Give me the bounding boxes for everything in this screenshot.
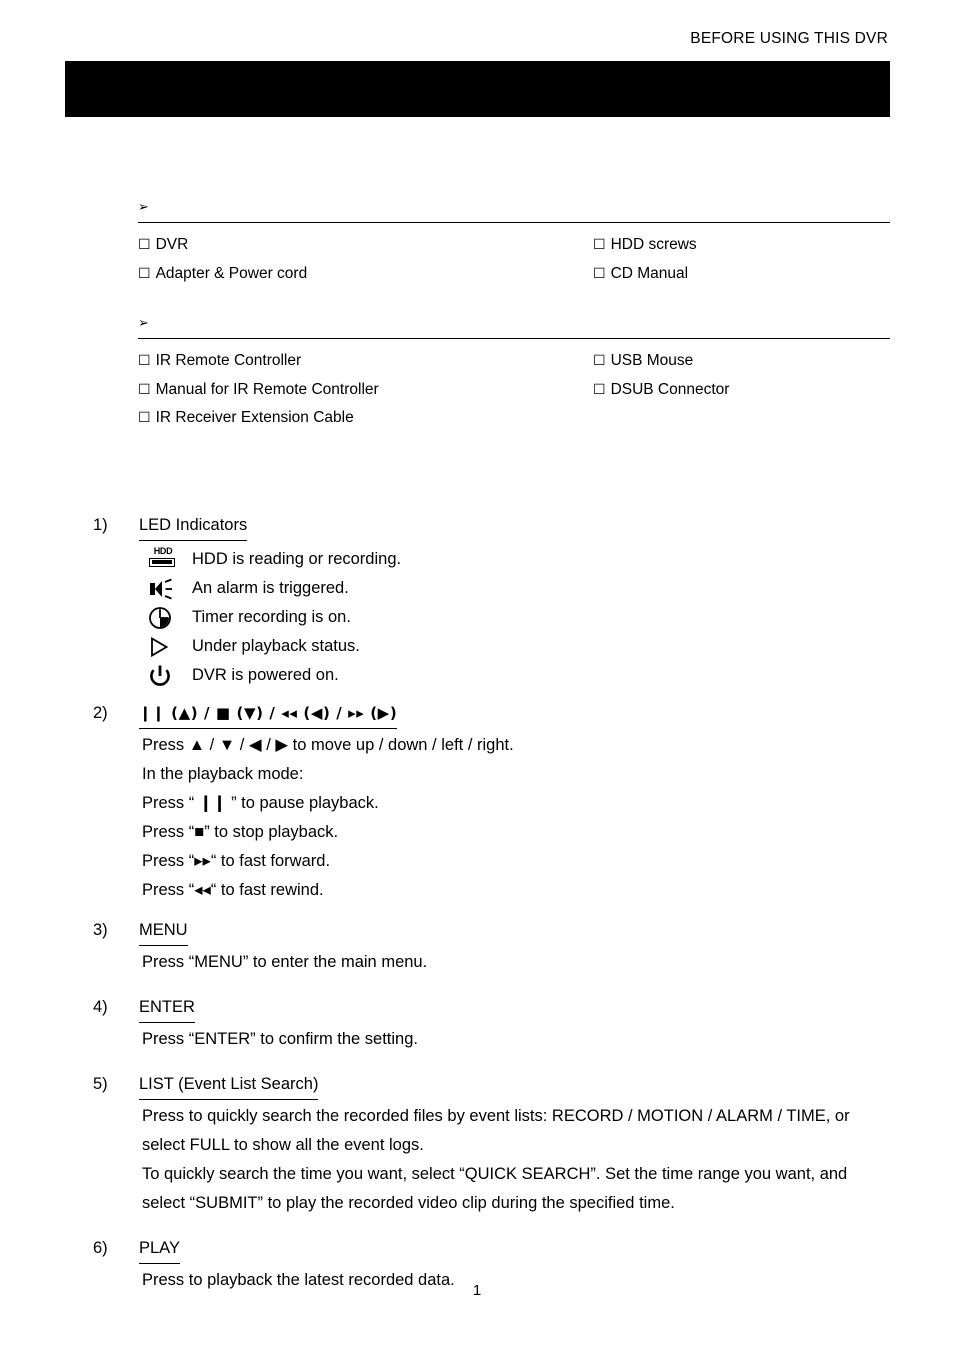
section-number: 3) [93,921,108,939]
play-triangle-icon [146,636,192,658]
numbered-sections: 1) LED Indicators HDD HDD is reading or … [0,512,954,1295]
section-title: ❙❙ (▲) / ■ (▼) / ◂◂ (◀) / ▸▸ (▶) [139,700,398,729]
section-title: ENTER [139,994,195,1023]
checklist-item-label: IR Remote Controller [155,352,302,369]
led-indicator-label: An alarm is triggered. [192,579,349,597]
checklist-item-label: IR Receiver Extension Cable [155,409,354,426]
checkbox-icon[interactable]: ☐ [593,266,606,282]
package-checklist-grid: ☐ DVR ☐ Adapter & Power cord ☐ HDD screws ☐… [138,231,890,293]
section-line: Press to quickly search the recorded fil… [142,1107,850,1154]
optional-checklist-rule [138,338,890,339]
optional-checklist-left-column: ☐ IR Remote Controller ☐ Manual for IR Rem… [138,347,379,433]
section-body: Press ▲ / ▼ / ◀ / ▶ to move up / down / … [139,729,954,905]
led-indicator-label: Under playback status. [192,637,360,655]
alarm-speaker-icon [146,578,192,600]
led-indicator-label: DVR is powered on. [192,666,339,684]
section-body: Press “MENU” to enter the main menu. [139,946,954,977]
led-indicator-row: HDD HDD is reading or recording. [146,545,954,574]
led-indicator-row: Timer recording is on. [146,603,954,632]
section-number: 2) [93,704,108,722]
page-header: BEFORE USING THIS DVR [0,30,954,56]
checkbox-icon[interactable]: ☐ [138,410,151,426]
led-indicator-row: An alarm is triggered. [146,574,954,603]
checklist-item-label: USB Mouse [610,352,694,369]
led-indicator-list: HDD HDD is reading or recording. An alar… [139,541,954,690]
checklist-item-label: CD Manual [610,264,689,282]
led-indicator-label: HDD is reading or recording. [192,550,402,568]
package-checklist-heading: ➢ [138,196,890,220]
led-indicator-label: Timer recording is on. [192,608,351,626]
checkbox-icon[interactable]: ☐ [593,353,606,369]
checklist-item-label: HDD screws [610,236,697,253]
section-line: Press “▸▸“ to fast forward. [142,852,331,870]
page-footer: 1 [0,1282,954,1300]
section-body: Press to quickly search the recorded fil… [139,1100,954,1218]
package-checklist-left-column: ☐ DVR ☐ Adapter & Power cord [138,231,307,288]
section-line: Press “MENU” to enter the main menu. [142,953,428,971]
chapter-title-banner [65,61,890,117]
arrow-bullet-icon: ➢ [138,200,149,215]
section-number: 5) [93,1075,108,1093]
section-line: To quickly search the time you want, sel… [142,1165,848,1212]
section-line: In the playback mode: [142,765,304,783]
section-number: 6) [93,1239,108,1257]
package-checklist: ➢ ☐ DVR ☐ Adapter & Power cord ☐ HDD screws… [138,196,890,293]
section-line: Press “ ❙❙ ” to pause playback. [142,794,379,812]
section-menu: 3) MENU Press “MENU” to enter the main m… [0,917,954,977]
checkbox-icon[interactable]: ☐ [593,382,606,398]
section-transport-keys: 2) ❙❙ (▲) / ■ (▼) / ◂◂ (◀) / ▸▸ (▶) Pres… [0,700,954,905]
section-title: LIST (Event List Search) [139,1071,319,1100]
checklist-item[interactable]: ☐ IR Remote Controller [138,347,379,376]
checklist-item-label: Manual for IR Remote Controller [155,380,379,398]
section-line: Press “ENTER” to confirm the setting. [142,1030,418,1048]
checklist-item-label: DVR [155,236,189,253]
checklist-item[interactable]: ☐ CD Manual [593,260,697,289]
section-line: Press “■” to stop playback. [142,823,339,841]
checklist-item[interactable]: ☐ Adapter & Power cord [138,260,307,289]
checklist-item[interactable]: ☐ USB Mouse [593,347,729,376]
section-led-indicators: 1) LED Indicators HDD HDD is reading or … [0,512,954,690]
led-indicator-row: Under playback status. [146,632,954,661]
page-number: 1 [472,1282,482,1299]
section-title: MENU [139,917,188,946]
section-number: 4) [93,998,108,1016]
section-title: LED Indicators [139,512,248,541]
checklist-item[interactable]: ☐ HDD screws [593,231,697,260]
checklist-item[interactable]: ☐ DVR [138,231,307,260]
checkbox-icon[interactable]: ☐ [138,266,151,282]
section-line: Press “◂◂“ to fast rewind. [142,881,324,899]
led-indicator-row: DVR is powered on. [146,661,954,690]
checklist-item-label: Adapter & Power cord [155,264,308,282]
optional-checklist-right-column: ☐ USB Mouse ☐ DSUB Connector [593,347,729,404]
checklist-item[interactable]: ☐ IR Receiver Extension Cable [138,404,379,433]
arrow-bullet-icon: ➢ [138,316,149,331]
section-enter: 4) ENTER Press “ENTER” to confirm the se… [0,994,954,1054]
section-line: Press ▲ / ▼ / ◀ / ▶ to move up / down / … [142,736,514,754]
checklist-item-label: DSUB Connector [610,380,730,398]
optional-checklist-heading: ➢ [138,312,890,336]
package-checklist-rule [138,222,890,223]
optional-checklist: ➢ ☐ IR Remote Controller ☐ Manual for IR R… [138,312,890,437]
checkbox-icon[interactable]: ☐ [593,237,606,253]
clock-timer-icon [146,606,192,630]
checklist-item[interactable]: ☐ DSUB Connector [593,376,729,405]
checkbox-icon[interactable]: ☐ [138,353,151,369]
checkbox-icon[interactable]: ☐ [138,382,151,398]
section-title: PLAY [139,1235,180,1264]
section-list-event-search: 5) LIST (Event List Search) Press to qui… [0,1071,954,1218]
section-body: Press “ENTER” to confirm the setting. [139,1023,954,1054]
optional-checklist-grid: ☐ IR Remote Controller ☐ Manual for IR Rem… [138,347,890,437]
hdd-icon: HDD [146,546,192,573]
section-number: 1) [93,516,108,534]
checklist-item[interactable]: ☐ Manual for IR Remote Controller [138,376,379,405]
power-icon [146,664,192,688]
package-checklist-right-column: ☐ HDD screws ☐ CD Manual [593,231,697,288]
running-header-title: BEFORE USING THIS DVR [690,30,888,47]
checkbox-icon[interactable]: ☐ [138,237,151,253]
